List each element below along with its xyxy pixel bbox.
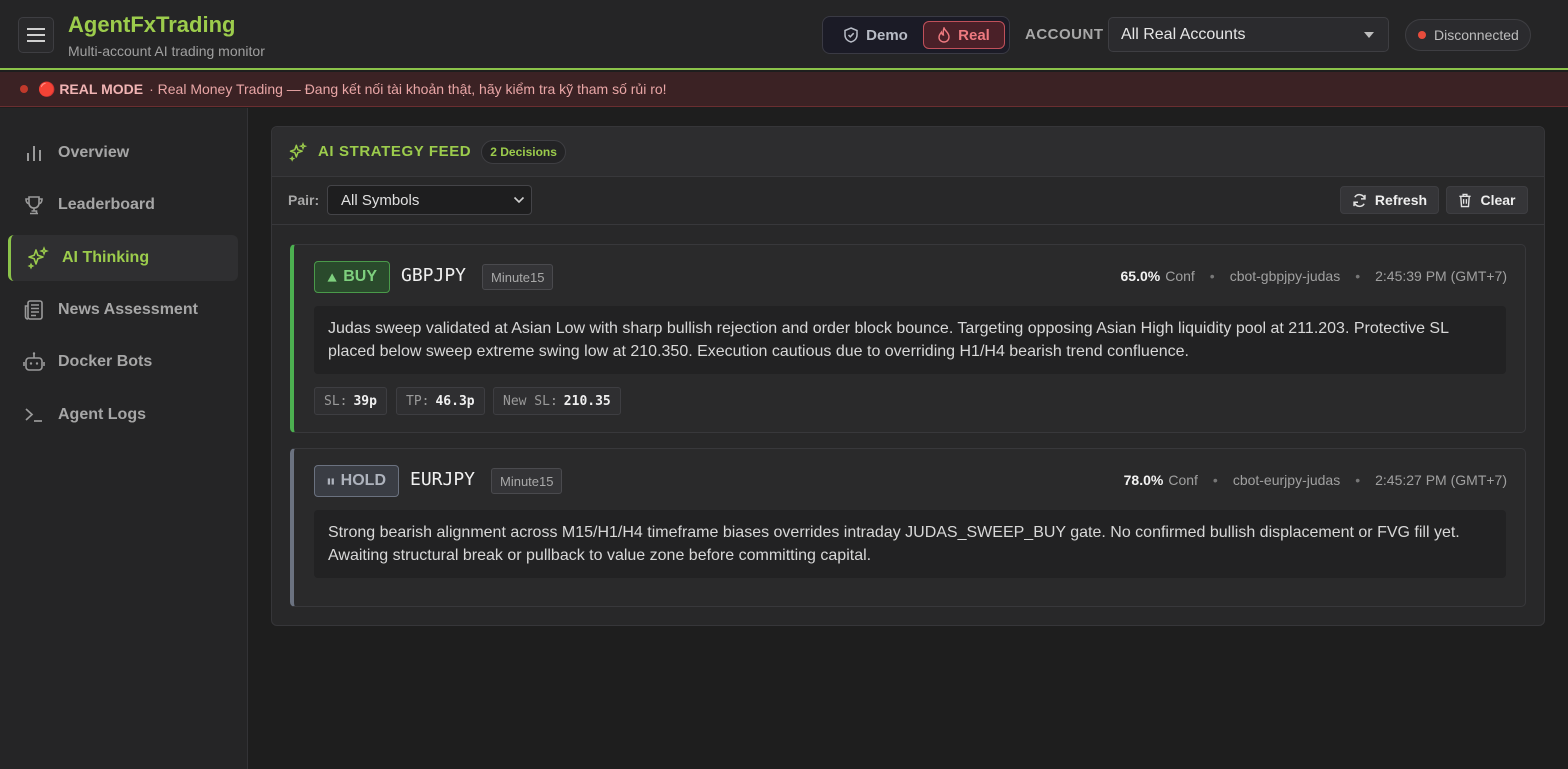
panel-header: AI STRATEGY FEED 2 Decisions <box>272 127 1544 177</box>
tp-chip: TP: 46.3p <box>396 387 485 415</box>
account-select[interactable]: All Real Accounts <box>1108 17 1389 52</box>
pause-icon <box>327 477 334 485</box>
timeframe-badge: Minute15 <box>491 468 563 494</box>
chip-value: 210.35 <box>563 393 611 409</box>
real-mode-label: Real <box>958 26 990 44</box>
app-header: AgentFxTrading Multi-account AI trading … <box>0 0 1568 70</box>
confidence-label: Conf <box>1165 268 1195 284</box>
sidebar: Overview Leaderboard AI Thinking News As… <box>0 108 248 769</box>
sidebar-item-label: AI Thinking <box>62 249 150 266</box>
action-label: HOLD <box>340 472 386 489</box>
bot-name: cbot-gbpjpy-judas <box>1229 268 1341 284</box>
connection-status-text: Disconnected <box>1434 27 1519 43</box>
refresh-icon <box>1353 193 1366 207</box>
bot-icon <box>22 350 46 374</box>
decision-meta: 65.0% Conf • cbot-gbpjpy-judas • 2:45:39… <box>1121 268 1508 284</box>
decision-count-badge: 2 Decisions <box>481 139 566 164</box>
flame-icon <box>938 27 950 43</box>
decision-card: HOLD EURJPY Minute15 78.0% Conf • cbot-e… <box>290 448 1526 607</box>
feed-toolbar: Pair: All Symbols Refresh Clear <box>272 177 1544 225</box>
sidebar-item-agent-logs[interactable]: Agent Logs <box>8 392 238 438</box>
symbol: EURJPY <box>410 469 476 490</box>
sidebar-item-ai-thinking[interactable]: AI Thinking <box>8 235 238 281</box>
chip-key: New SL: <box>503 393 558 409</box>
chip-key: SL: <box>324 393 348 409</box>
newspaper-icon <box>22 298 46 322</box>
menu-button[interactable] <box>18 17 54 53</box>
hamburger-icon <box>27 28 45 42</box>
confidence-value: 65.0% <box>1120 268 1161 284</box>
mode-toggle: Demo Real <box>822 16 1010 54</box>
timestamp: 2:45:27 PM (GMT+7) <box>1375 472 1507 488</box>
chip-value: 46.3p <box>435 393 475 409</box>
ai-strategy-feed-panel: AI STRATEGY FEED 2 Decisions Pair: All S… <box>271 126 1545 626</box>
sidebar-item-label: Leaderboard <box>58 196 155 213</box>
real-mode-warning-bar: 🔴 REAL MODE · Real Money Trading — Đang … <box>0 72 1568 107</box>
decision-card: BUY GBPJPY Minute15 65.0% Conf • cbot-gb… <box>290 244 1526 433</box>
real-mode-warning-text: · Real Money Trading — Đang kết nối tài … <box>149 81 667 97</box>
connection-status-badge: Disconnected <box>1405 19 1531 51</box>
demo-mode-button[interactable]: Demo <box>833 21 919 49</box>
triangle-up-icon <box>327 272 337 282</box>
warning-dot-icon <box>20 85 28 93</box>
sidebar-item-news-assessment[interactable]: News Assessment <box>8 287 238 333</box>
chip-value: 39p <box>353 393 377 409</box>
brand-title: AgentFxTrading <box>68 12 236 37</box>
sidebar-item-label: Docker Bots <box>58 353 153 370</box>
terminal-icon <box>22 403 46 427</box>
trophy-icon <box>22 193 46 217</box>
timestamp: 2:45:39 PM (GMT+7) <box>1375 268 1507 284</box>
sparkles-icon <box>289 141 308 162</box>
separator: • <box>1209 268 1215 284</box>
account-selected-value: All Real Accounts <box>1121 25 1246 43</box>
account-label: ACCOUNT <box>1025 26 1104 43</box>
separator: • <box>1355 472 1361 488</box>
refresh-label: Refresh <box>1374 192 1428 208</box>
sidebar-item-label: Agent Logs <box>58 406 146 423</box>
chevron-down-icon <box>513 196 525 204</box>
decision-reason: Judas sweep validated at Asian Low with … <box>314 306 1506 374</box>
clear-label: Clear <box>1480 192 1516 208</box>
feed-title: AI STRATEGY FEED <box>318 143 472 160</box>
new-sl-chip: New SL: 210.35 <box>493 387 621 415</box>
sl-chip: SL: 39p <box>314 387 387 415</box>
pair-selected-value: All Symbols <box>341 191 420 209</box>
chip-key: TP: <box>406 393 430 409</box>
bar-chart-icon <box>22 141 46 165</box>
refresh-button[interactable]: Refresh <box>1340 186 1439 214</box>
symbol: GBPJPY <box>401 265 467 286</box>
separator: • <box>1212 472 1218 488</box>
separator: • <box>1355 268 1361 284</box>
sidebar-item-docker-bots[interactable]: Docker Bots <box>8 339 238 385</box>
status-dot-icon <box>1418 31 1426 39</box>
timeframe-badge: Minute15 <box>482 264 554 290</box>
brand-subtitle: Multi-account AI trading monitor <box>68 43 265 59</box>
clear-button[interactable]: Clear <box>1446 186 1528 214</box>
confidence-label: Conf <box>1168 472 1198 488</box>
trash-icon <box>1459 193 1472 207</box>
shield-icon <box>844 27 858 43</box>
sidebar-item-label: Overview <box>58 144 130 161</box>
action-label: BUY <box>343 268 377 285</box>
real-mode-label: 🔴 REAL MODE <box>38 80 144 97</box>
action-badge: HOLD <box>314 465 399 497</box>
sparkles-icon <box>26 246 50 270</box>
demo-mode-label: Demo <box>866 26 908 44</box>
decision-reason: Strong bearish alignment across M15/H1/H… <box>314 510 1506 578</box>
sidebar-item-label: News Assessment <box>58 301 198 318</box>
action-badge: BUY <box>314 261 390 293</box>
real-mode-button[interactable]: Real <box>923 21 1005 49</box>
decision-meta: 78.0% Conf • cbot-eurjpy-judas • 2:45:27… <box>1124 472 1507 488</box>
pair-select[interactable]: All Symbols <box>327 185 532 215</box>
bot-name: cbot-eurjpy-judas <box>1232 472 1341 488</box>
pair-label: Pair: <box>288 192 320 208</box>
caret-down-icon <box>1364 32 1374 38</box>
confidence-value: 78.0% <box>1123 472 1164 488</box>
sidebar-item-overview[interactable]: Overview <box>8 130 238 176</box>
sidebar-item-leaderboard[interactable]: Leaderboard <box>8 182 238 228</box>
